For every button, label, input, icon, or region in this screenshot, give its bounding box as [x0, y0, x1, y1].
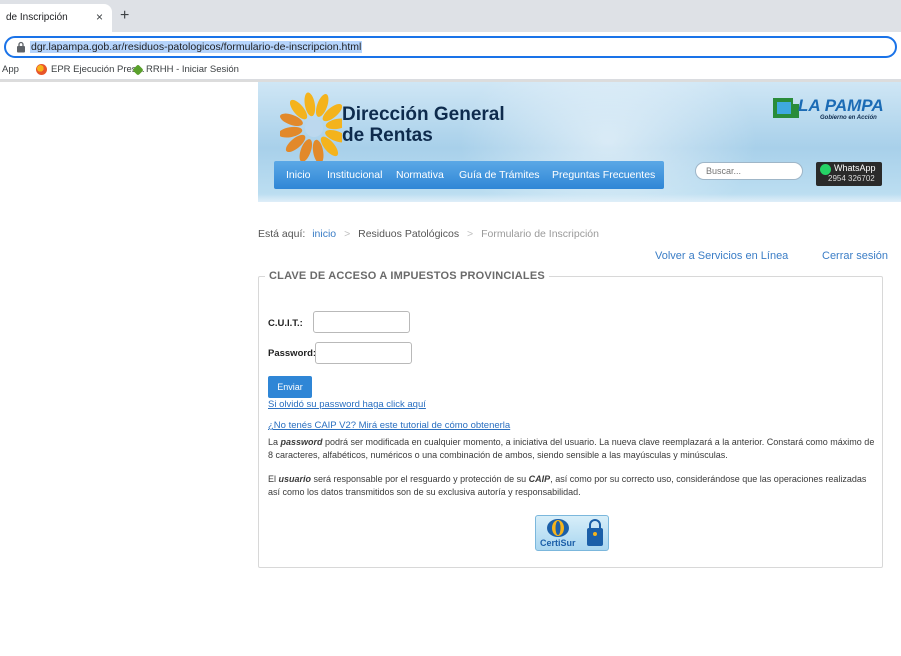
bookmark-rrhh[interactable]: RRHH - Iniciar Sesión — [132, 63, 239, 76]
secure-padlock-icon — [587, 519, 603, 546]
lock-icon — [17, 41, 25, 53]
nav-guia-tramites[interactable]: Guía de Trámites — [459, 169, 540, 181]
cuit-label: C.U.I.T.: — [268, 318, 303, 329]
la-pampa-title: LA PAMPA — [798, 96, 884, 115]
caip-tutorial-link[interactable]: ¿No tenés CAIP V2? Mirá este tutorial de… — [268, 420, 510, 431]
bookmark-label: EPR Ejecución Pres... — [51, 64, 145, 75]
main-nav: Inicio Institucional Normativa Guía de T… — [274, 161, 664, 189]
password-info-paragraph: La password podrá ser modificada en cual… — [268, 437, 875, 460]
breadcrumb-separator-icon: > — [344, 228, 351, 240]
bookmark-apps[interactable]: App — [2, 64, 19, 75]
password-input[interactable] — [315, 342, 412, 364]
close-tab-icon[interactable]: × — [96, 10, 103, 24]
enviar-button[interactable]: Enviar — [268, 376, 312, 398]
nav-institucional[interactable]: Institucional — [327, 169, 382, 181]
url-text[interactable]: dgr.lapampa.gob.ar/residuos-patologicos/… — [30, 41, 363, 53]
breadcrumb-current: Formulario de Inscripción — [481, 228, 599, 240]
address-bar[interactable]: dgr.lapampa.gob.ar/residuos-patologicos/… — [4, 36, 897, 58]
brand-title-line2: de Rentas — [342, 125, 433, 146]
breadcrumb: Está aquí: inicio > Residuos Patológicos… — [258, 228, 599, 240]
la-pampa-subtitle: Gobierno en Acción — [820, 115, 877, 121]
nav-normativa[interactable]: Normativa — [396, 169, 444, 181]
breadcrumb-residuos[interactable]: Residuos Patológicos — [358, 228, 459, 240]
browser-toolbar: dgr.lapampa.gob.ar/residuos-patologicos/… — [0, 32, 901, 60]
cuit-input[interactable] — [313, 311, 410, 333]
nav-inicio[interactable]: Inicio — [286, 169, 311, 181]
rrhh-icon — [132, 63, 144, 76]
whatsapp-label: WhatsApp — [834, 163, 876, 173]
breadcrumb-inicio[interactable]: inicio — [312, 228, 336, 240]
cerrar-sesion-link[interactable]: Cerrar sesión — [822, 250, 888, 262]
bookmarks-bar: App EPR Ejecución Pres... RRHH - Iniciar… — [0, 60, 901, 80]
site-header: Dirección General de Rentas LA PAMPA Gob… — [258, 82, 901, 202]
volver-servicios-link[interactable]: Volver a Servicios en Línea — [655, 250, 788, 262]
nav-preguntas-frecuentes[interactable]: Preguntas Frecuentes — [552, 169, 655, 181]
epr-icon — [36, 64, 47, 75]
whatsapp-number: 2954 326702 — [828, 174, 875, 183]
new-tab-button[interactable]: + — [120, 7, 129, 25]
bookmark-epr[interactable]: EPR Ejecución Pres... — [36, 64, 144, 75]
bookmark-label: RRHH - Iniciar Sesión — [146, 64, 239, 75]
certisur-logo-icon — [547, 519, 569, 537]
browser-tab-bar: de Inscripción × + — [0, 0, 901, 32]
sun-logo-icon — [280, 92, 342, 162]
breadcrumb-prefix: Está aquí: — [258, 228, 306, 240]
panel-legend: CLAVE DE ACCESO A IMPUESTOS PROVINCIALES — [269, 270, 545, 282]
brand-title-line1: Dirección General — [342, 104, 505, 125]
breadcrumb-separator-icon: > — [467, 228, 474, 240]
usuario-info-paragraph: El usuario será responsable por el resgu… — [268, 474, 867, 497]
browser-tab[interactable]: de Inscripción × — [0, 4, 112, 32]
bookmark-label: App — [2, 64, 19, 75]
tab-title: de Inscripción — [6, 12, 68, 23]
search-input[interactable] — [695, 162, 803, 180]
whatsapp-button[interactable]: WhatsApp 2954 326702 — [816, 162, 882, 186]
certisur-label: CertiSur — [540, 538, 576, 548]
forgot-password-link[interactable]: Si olvidó su password haga click aquí — [268, 399, 426, 410]
certisur-seal[interactable]: CertiSur — [535, 515, 609, 551]
password-label: Password: — [268, 348, 317, 359]
